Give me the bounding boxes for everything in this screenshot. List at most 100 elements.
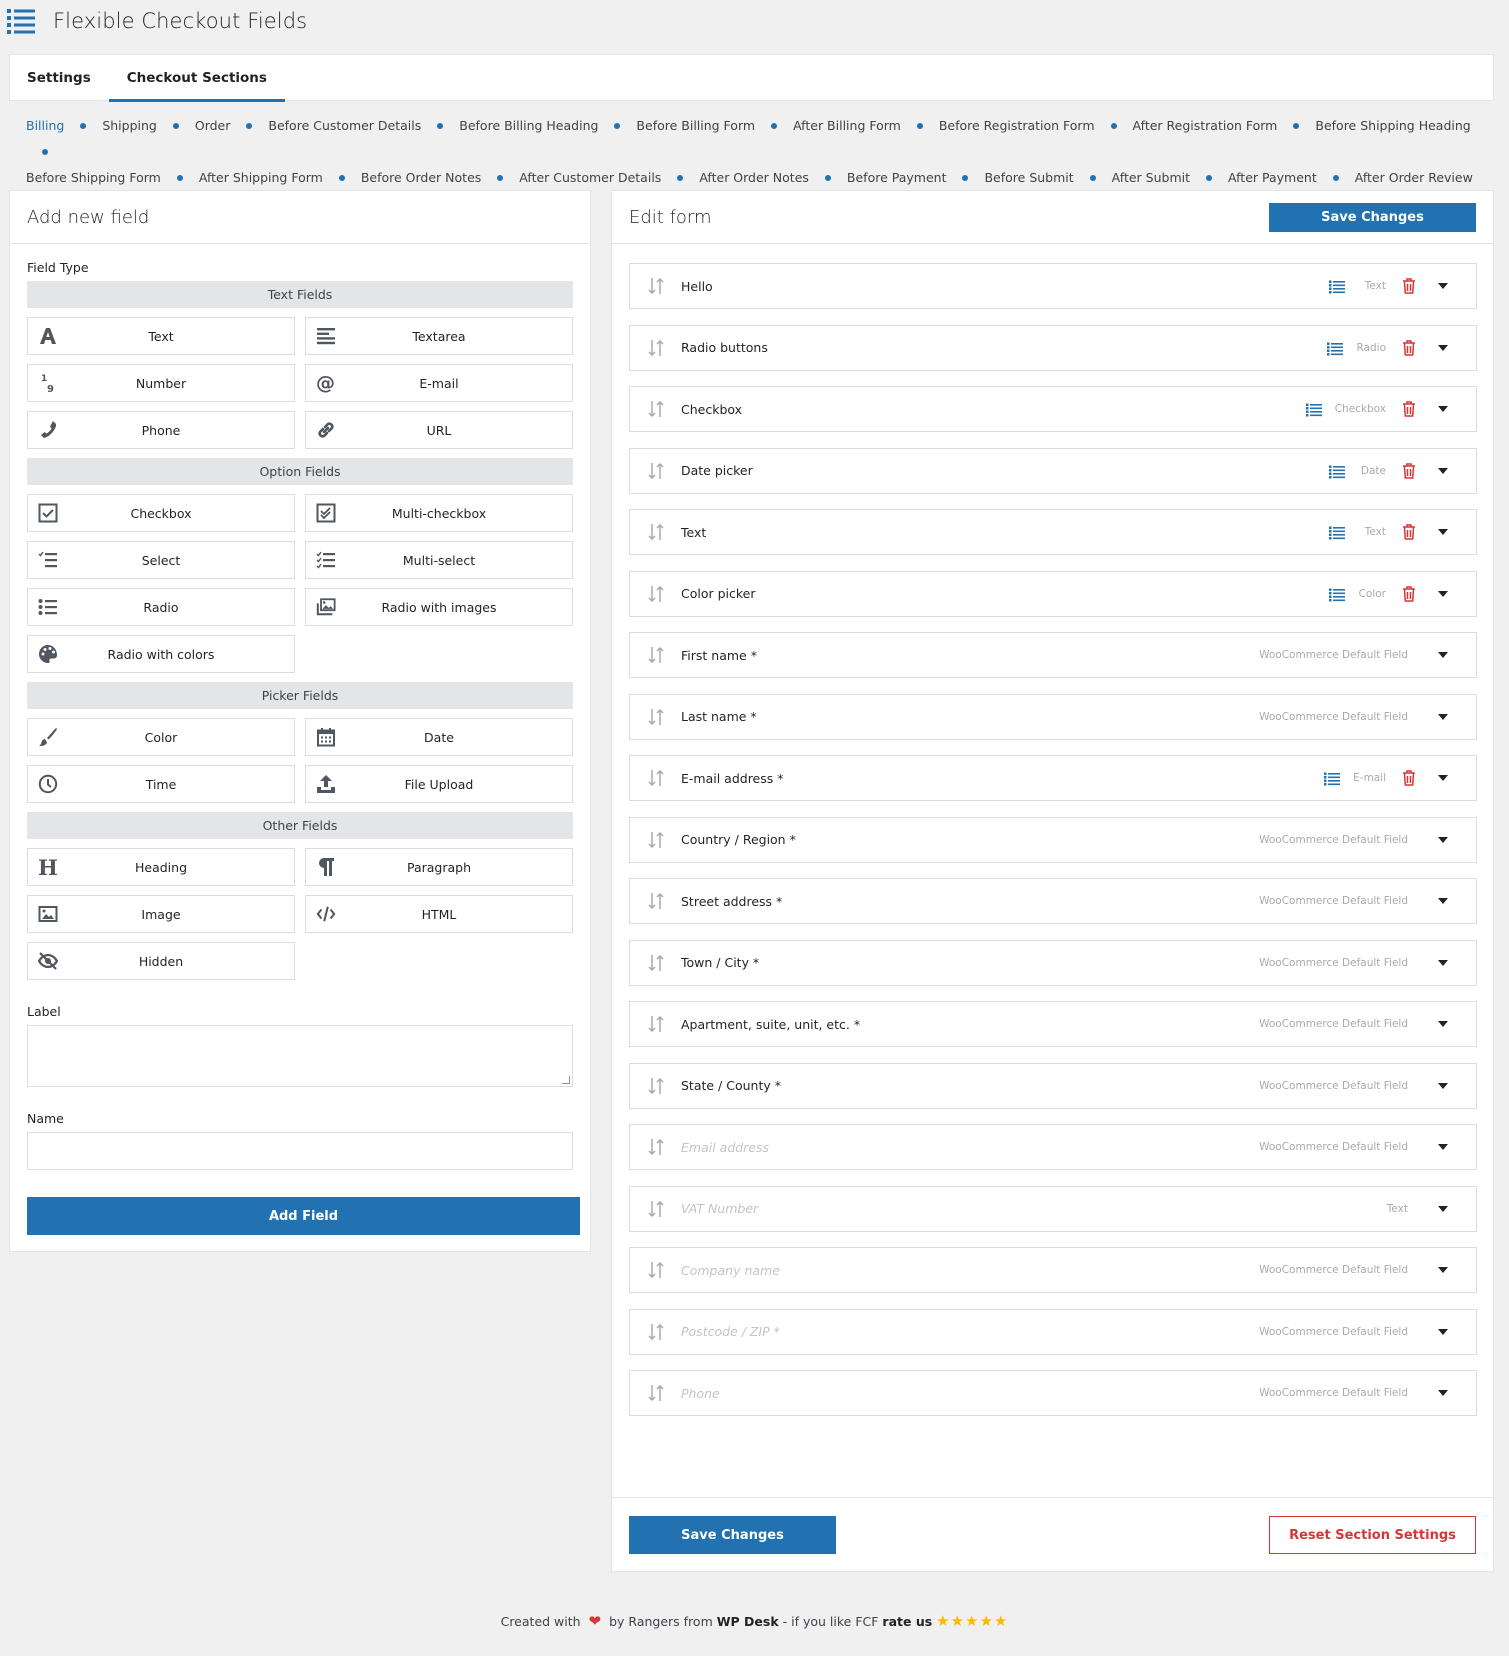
section-link[interactable]: Before Shipping Form — [26, 170, 161, 185]
drag-handle-icon[interactable] — [648, 522, 664, 542]
section-link[interactable]: Before Payment — [847, 170, 947, 185]
field-type-button[interactable]: Hidden — [27, 942, 295, 980]
drag-handle-icon[interactable] — [648, 1014, 664, 1034]
field-row[interactable]: Date picker Date — [629, 447, 1477, 494]
field-row[interactable]: Postcode / ZIP * WooCommerce Default Fiel… — [629, 1308, 1477, 1355]
drag-handle-icon[interactable] — [648, 584, 664, 604]
drag-handle-icon[interactable] — [648, 276, 664, 296]
field-type-button[interactable]: Multi-checkbox — [305, 494, 573, 532]
save-changes-button-bottom[interactable]: Save Changes — [629, 1516, 836, 1554]
field-type-button[interactable]: @ E-mail — [305, 364, 573, 402]
drag-handle-icon[interactable] — [648, 1137, 664, 1157]
section-link[interactable]: Before Billing Heading — [459, 118, 598, 133]
drag-handle-icon[interactable] — [648, 1199, 664, 1219]
add-field-button[interactable]: Add Field — [27, 1197, 580, 1235]
field-type-button[interactable]: HTML — [305, 895, 573, 933]
field-row[interactable]: E-mail address * E-mail — [629, 755, 1477, 801]
section-link[interactable]: After Billing Form — [793, 118, 901, 133]
caret-down-icon[interactable] — [1438, 1021, 1448, 1027]
trash-icon[interactable] — [1402, 462, 1416, 479]
field-type-button[interactable]: URL — [305, 411, 573, 449]
save-changes-button-top[interactable]: Save Changes — [1269, 203, 1476, 232]
field-row[interactable]: Phone WooCommerce Default Field — [629, 1370, 1477, 1416]
caret-down-icon[interactable] — [1438, 836, 1448, 843]
field-type-button[interactable]: Radio with images — [305, 588, 573, 626]
trash-icon[interactable] — [1402, 524, 1416, 540]
drag-handle-icon[interactable] — [648, 338, 664, 358]
wp-desk-link[interactable]: WP Desk — [717, 1614, 779, 1629]
field-type-button[interactable]: Checkbox — [27, 494, 295, 532]
caret-down-icon[interactable] — [1438, 590, 1448, 597]
drag-handle-icon[interactable] — [648, 1322, 664, 1342]
drag-handle-icon[interactable] — [648, 461, 664, 481]
drag-handle-icon[interactable] — [648, 1076, 664, 1096]
drag-handle-icon[interactable] — [648, 768, 664, 788]
field-row[interactable]: Checkbox Checkbox — [629, 386, 1477, 432]
field-row[interactable]: Radio buttons Radio — [629, 324, 1477, 371]
section-link[interactable]: Before Order Notes — [361, 170, 481, 185]
field-row[interactable]: Color picker Color — [629, 570, 1477, 617]
section-link[interactable]: After Shipping Form — [199, 170, 323, 185]
drag-handle-icon[interactable] — [648, 1383, 664, 1403]
section-link[interactable]: Before Submit — [984, 170, 1073, 185]
section-link[interactable]: Before Customer Details — [268, 118, 421, 133]
label-textarea[interactable] — [27, 1025, 573, 1087]
caret-down-icon[interactable] — [1438, 713, 1448, 720]
tab-settings[interactable]: Settings — [10, 55, 109, 101]
field-row[interactable]: First name * WooCommerce Default Field — [629, 632, 1477, 678]
field-type-button[interactable]: File Upload — [305, 765, 573, 803]
drag-handle-icon[interactable] — [648, 645, 664, 665]
field-row[interactable]: VAT Number Text — [629, 1185, 1477, 1232]
star-rating-icon[interactable]: ★★★★★ — [936, 1612, 1008, 1630]
tab-checkout-sections[interactable]: Checkout Sections — [108, 55, 286, 102]
section-link[interactable]: After Customer Details — [519, 170, 661, 185]
field-row[interactable]: Street address * WooCommerce Default Fiel… — [629, 878, 1477, 924]
drag-handle-icon[interactable] — [648, 707, 664, 727]
field-type-button[interactable]: Radio with colors — [27, 635, 295, 673]
field-type-button[interactable]: Multi-select — [305, 541, 573, 579]
field-type-button[interactable]: Select — [27, 541, 295, 579]
section-link[interactable]: After Submit — [1112, 170, 1190, 185]
caret-down-icon[interactable] — [1438, 529, 1448, 535]
field-row[interactable]: Last name * WooCommerce Default Field — [629, 693, 1477, 740]
field-type-button[interactable]: H Heading — [27, 848, 295, 886]
section-link[interactable]: Shipping — [102, 118, 157, 133]
field-row[interactable]: Company name WooCommerce Default Field — [629, 1247, 1477, 1293]
caret-down-icon[interactable] — [1438, 1267, 1448, 1273]
section-link[interactable]: After Order Review — [1355, 170, 1473, 185]
caret-down-icon[interactable] — [1438, 1144, 1448, 1150]
field-type-button[interactable]: Image — [27, 895, 295, 933]
caret-down-icon[interactable] — [1438, 467, 1448, 474]
field-row[interactable]: Town / City * WooCommerce Default Field — [629, 939, 1477, 986]
field-type-button[interactable]: 1 9 Number — [27, 364, 295, 402]
caret-down-icon[interactable] — [1438, 1082, 1448, 1089]
drag-handle-icon[interactable] — [648, 399, 664, 419]
section-link[interactable]: After Payment — [1228, 170, 1317, 185]
caret-down-icon[interactable] — [1438, 652, 1448, 658]
field-type-button[interactable]: Phone — [27, 411, 295, 449]
field-type-button[interactable]: Text — [27, 317, 295, 355]
caret-down-icon[interactable] — [1438, 959, 1448, 966]
drag-handle-icon[interactable] — [648, 830, 664, 850]
section-link[interactable]: Billing — [26, 118, 64, 133]
section-link[interactable]: Before Registration Form — [939, 118, 1095, 133]
field-row[interactable]: Hello Text — [629, 263, 1477, 309]
field-row[interactable]: Country / Region * WooCommerce Default Fi… — [629, 816, 1477, 863]
section-link[interactable]: Before Billing Form — [636, 118, 755, 133]
caret-down-icon[interactable] — [1438, 344, 1448, 351]
field-row[interactable]: Email address WooCommerce Default Field — [629, 1124, 1477, 1170]
drag-handle-icon[interactable] — [648, 1260, 664, 1280]
field-type-button[interactable]: Textarea — [305, 317, 573, 355]
reset-section-settings-button[interactable]: Reset Section Settings — [1269, 1516, 1476, 1554]
caret-down-icon[interactable] — [1438, 1328, 1448, 1335]
field-type-button[interactable]: Time — [27, 765, 295, 803]
caret-down-icon[interactable] — [1438, 1205, 1448, 1212]
trash-icon[interactable] — [1402, 770, 1416, 786]
trash-icon[interactable] — [1402, 401, 1416, 417]
section-link[interactable]: After Order Notes — [699, 170, 809, 185]
section-link[interactable]: After Registration Form — [1133, 118, 1278, 133]
trash-icon[interactable] — [1402, 585, 1416, 602]
rate-us-link[interactable]: rate us — [882, 1614, 932, 1629]
field-row[interactable]: Apartment, suite, unit, etc. * WooCommerc… — [629, 1001, 1477, 1047]
field-row[interactable]: State / County * WooCommerce Default Fiel… — [629, 1062, 1477, 1109]
